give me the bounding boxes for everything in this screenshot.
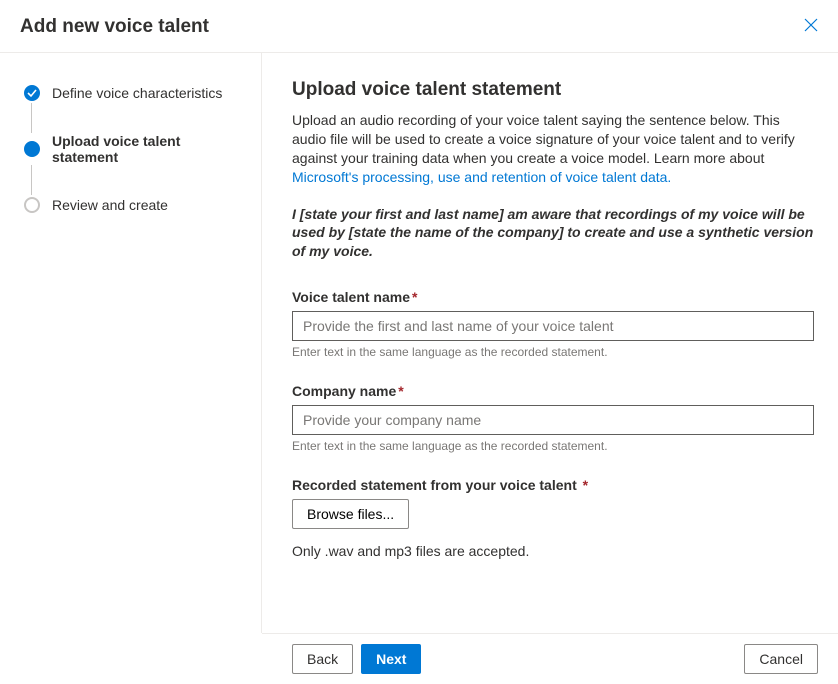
add-voice-talent-dialog: Add new voice talent Define voice charac… <box>0 0 838 684</box>
next-button[interactable]: Next <box>361 644 421 674</box>
close-button[interactable] <box>804 18 818 36</box>
voice-talent-name-hint: Enter text in the same language as the r… <box>292 345 814 359</box>
wizard-steps-sidebar: Define voice characteristics Upload voic… <box>0 53 262 633</box>
step-label: Upload voice talent statement <box>52 133 241 165</box>
dialog-header: Add new voice talent <box>0 0 838 53</box>
required-indicator: * <box>412 289 417 305</box>
company-name-label: Company name* <box>292 383 814 399</box>
browse-files-button[interactable]: Browse files... <box>292 499 409 529</box>
recorded-statement-field: Recorded statement from your voice talen… <box>292 477 814 559</box>
voice-talent-name-label: Voice talent name* <box>292 289 814 305</box>
step-upload-statement[interactable]: Upload voice talent statement <box>24 133 241 165</box>
step-connector <box>31 165 32 195</box>
step-label: Define voice characteristics <box>52 85 222 101</box>
voice-talent-name-input[interactable] <box>292 311 814 341</box>
voice-talent-name-field: Voice talent name* Enter text in the sam… <box>292 289 814 359</box>
step-connector <box>31 103 32 133</box>
company-name-field: Company name* Enter text in the same lan… <box>292 383 814 453</box>
company-name-hint: Enter text in the same language as the r… <box>292 439 814 453</box>
intro-text: Upload an audio recording of your voice … <box>292 111 814 187</box>
page-heading: Upload voice talent statement <box>292 79 814 101</box>
close-icon <box>804 18 818 32</box>
step-define-characteristics[interactable]: Define voice characteristics <box>24 83 241 103</box>
company-name-input[interactable] <box>292 405 814 435</box>
step-review-create[interactable]: Review and create <box>24 195 241 215</box>
dialog-body: Define voice characteristics Upload voic… <box>0 53 838 633</box>
file-type-hint: Only .wav and mp3 files are accepted. <box>292 543 814 559</box>
required-indicator: * <box>583 477 588 493</box>
checkmark-icon <box>24 85 40 101</box>
dialog-footer: Back Next Cancel <box>262 633 838 684</box>
dialog-title: Add new voice talent <box>20 16 209 38</box>
pending-step-icon <box>24 197 40 213</box>
current-step-icon <box>24 141 40 157</box>
cancel-button[interactable]: Cancel <box>744 644 818 674</box>
learn-more-link[interactable]: Microsoft's processing, use and retentio… <box>292 169 671 185</box>
main-panel: Upload voice talent statement Upload an … <box>262 53 838 633</box>
statement-script: I [state your first and last name] am aw… <box>292 205 814 262</box>
recorded-statement-label: Recorded statement from your voice talen… <box>292 477 814 493</box>
main-scroll-region[interactable]: Upload voice talent statement Upload an … <box>262 53 838 633</box>
step-label: Review and create <box>52 197 168 213</box>
intro-prefix: Upload an audio recording of your voice … <box>292 112 795 166</box>
back-button[interactable]: Back <box>292 644 353 674</box>
required-indicator: * <box>398 383 403 399</box>
